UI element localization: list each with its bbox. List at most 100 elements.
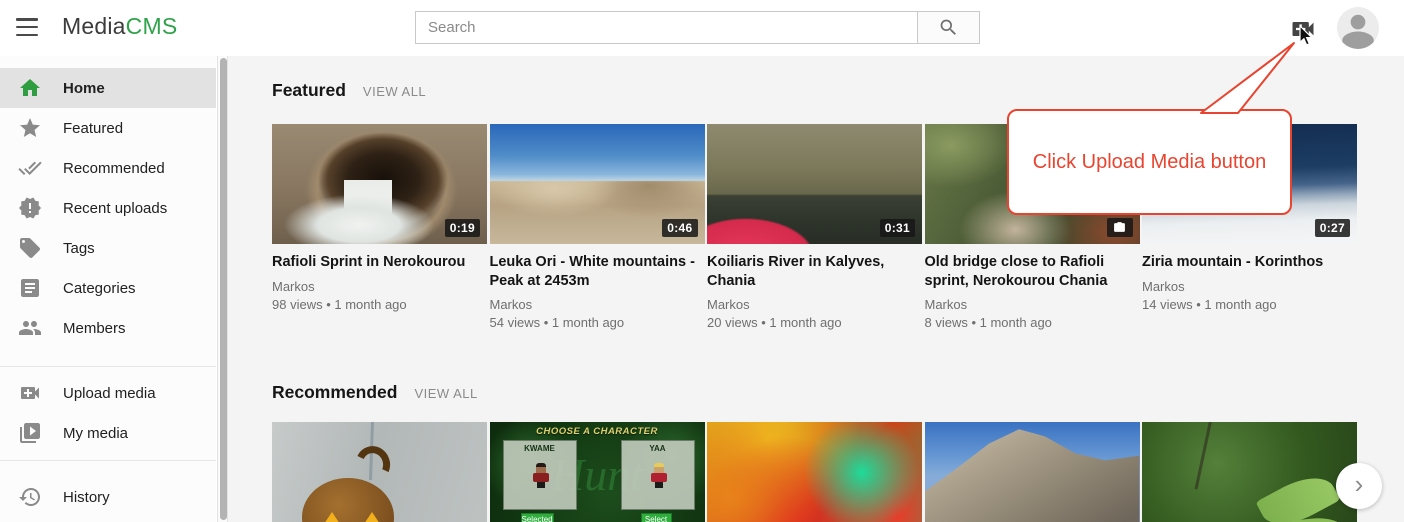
sidebar-item-categories[interactable]: Categories [0,268,216,308]
game-select-button: Select [641,513,672,522]
home-icon [18,76,42,100]
character-sprite-yaa [651,463,667,488]
video-author[interactable]: Markos [272,279,487,294]
video-title[interactable]: Old bridge close to Rafioli sprint, Nero… [925,253,1140,290]
categories-icon [18,276,42,300]
character-name: KWAME [504,444,576,453]
sidebar-item-label: Members [63,320,126,337]
video-card[interactable]: Hunt CHOOSE A CHARACTER KWAME YAA Select… [490,422,705,522]
mountain-ridge [925,422,1140,522]
video-card[interactable]: 0:31 Koiliaris River in Kalyves, Chania … [707,124,922,330]
video-card[interactable] [272,422,487,522]
branch [1195,422,1213,490]
my-media-icon [18,421,42,445]
members-icon [18,316,42,340]
section-title-featured: Featured [272,80,346,101]
duration-badge: 0:31 [880,219,915,237]
annotation-tooltip: Click Upload Media button [1007,109,1292,215]
search-button[interactable] [917,11,980,44]
history-icon [18,485,42,509]
sidebar-item-members[interactable]: Members [0,308,216,348]
game-selected-button: Selected [521,513,554,522]
new-releases-icon [18,196,42,220]
video-card[interactable] [1142,422,1357,522]
video-card[interactable]: 0:46 Leuka Ori - White mountains - Peak … [490,124,705,330]
hamburger-menu-icon[interactable] [16,18,38,38]
video-thumbnail-pumpkin-craft[interactable] [272,422,487,522]
video-thumbnail-rocky-mountain[interactable] [925,422,1140,522]
video-author[interactable]: Markos [925,297,1140,312]
sidebar-item-featured[interactable]: Featured [0,108,216,148]
video-thumbnail-waterfall[interactable]: 0:19 [272,124,487,244]
sidebar-item-label: History [63,489,110,506]
carousel-next-button[interactable]: › [1336,463,1382,509]
sidebar-scrollbar-track[interactable] [217,56,228,522]
recommended-section: Recommended VIEW ALL Hunt CHOOSE A CHARA… [272,382,1357,522]
video-meta: 20 views • 1 month ago [707,315,922,330]
app-logo[interactable]: MediaCMS [62,13,177,40]
sidebar-item-history[interactable]: History [0,477,216,517]
game-heading-text: CHOOSE A CHARACTER [490,426,705,437]
sidebar-item-upload-media[interactable]: Upload media [0,373,216,413]
pumpkin-body [302,478,394,522]
character-name: YAA [622,444,694,453]
sidebar-scrollbar-thumb[interactable] [220,58,227,520]
sidebar-item-recent-uploads[interactable]: Recent uploads [0,188,216,228]
video-card[interactable] [707,422,922,522]
video-call-plus-icon [1289,15,1317,43]
top-bar: MediaCMS [0,0,1404,56]
section-title-recommended: Recommended [272,382,397,403]
video-title[interactable]: Koiliaris River in Kalyves, Chania [707,253,922,290]
pumpkin-eye [324,512,340,522]
recommended-view-all-link[interactable]: VIEW ALL [414,386,477,401]
sidebar-divider [0,460,216,461]
duration-badge: 0:46 [662,219,697,237]
sidebar-item-label: Categories [63,280,136,297]
star-icon [18,116,42,140]
video-thumbnail-mountains[interactable]: 0:46 [490,124,705,244]
sidebar-item-my-media[interactable]: My media [0,413,216,453]
video-thumbnail-abstract-colors[interactable] [707,422,922,522]
video-author[interactable]: Markos [1142,279,1357,294]
logo-text-media: Media [62,13,126,39]
video-meta: 14 views • 1 month ago [1142,297,1357,312]
sidebar: Home Featured Recommended Recent uploads… [0,56,216,522]
duration-badge: 0:27 [1315,219,1350,237]
video-card[interactable] [925,422,1140,522]
person-silhouette-icon [1337,7,1379,49]
upload-media-topbar-button[interactable] [1289,15,1317,43]
camera-icon [1113,221,1126,234]
video-card[interactable]: 0:19 Rafioli Sprint in Nerokourou Markos… [272,124,487,330]
video-author[interactable]: Markos [490,297,705,312]
sidebar-divider [0,366,216,367]
annotation-tooltip-text: Click Upload Media button [1033,151,1266,174]
video-meta: 54 views • 1 month ago [490,315,705,330]
user-avatar[interactable] [1337,7,1379,49]
video-title[interactable]: Ziria mountain - Korinthos [1142,253,1357,272]
sidebar-item-label: Featured [63,120,123,137]
leaf [1256,466,1341,522]
character-sprite-kwame [533,463,549,488]
photo-badge [1107,218,1133,237]
search-input[interactable] [415,11,917,44]
sidebar-item-recommended[interactable]: Recommended [0,148,216,188]
magnifier-icon [938,17,959,38]
sidebar-item-label: Upload media [63,385,156,402]
video-thumbnail-green-leaves[interactable] [1142,422,1357,522]
video-thumbnail-river-kayak[interactable]: 0:31 [707,124,922,244]
sidebar-item-home[interactable]: Home [0,68,216,108]
video-title[interactable]: Rafioli Sprint in Nerokourou [272,253,487,272]
video-meta: 98 views • 1 month ago [272,297,487,312]
search-bar [415,11,980,44]
character-panel-right: YAA [621,440,695,510]
recommended-cards-row: Hunt CHOOSE A CHARACTER KWAME YAA Select… [272,422,1357,522]
sidebar-item-tags[interactable]: Tags [0,228,216,268]
video-author[interactable]: Markos [707,297,922,312]
video-title[interactable]: Leuka Ori - White mountains - Peak at 24… [490,253,705,290]
featured-view-all-link[interactable]: VIEW ALL [363,84,426,99]
logo-text-cms: CMS [126,13,178,39]
sidebar-item-label: My media [63,425,128,442]
video-thumbnail-game-character-select[interactable]: Hunt CHOOSE A CHARACTER KWAME YAA Select… [490,422,705,522]
character-panel-left: KWAME [503,440,577,510]
sidebar-item-label: Tags [63,240,95,257]
